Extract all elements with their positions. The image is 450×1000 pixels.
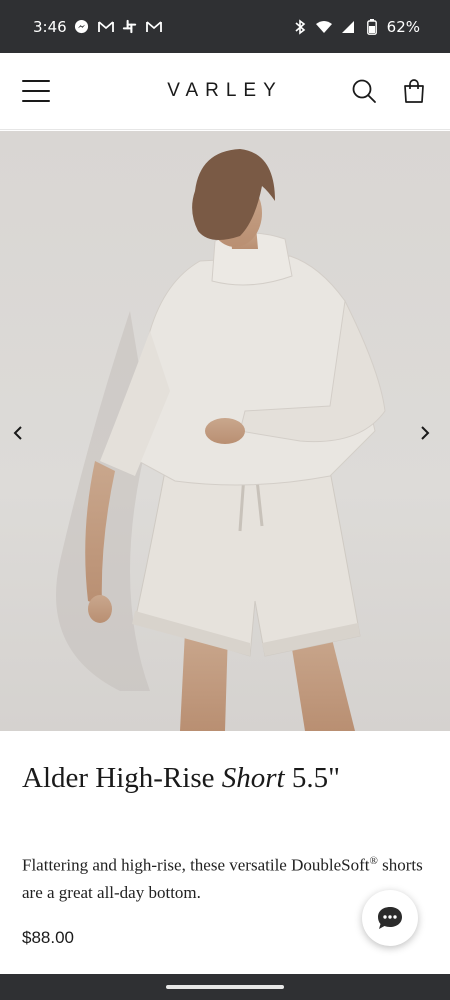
gmail-icon	[97, 18, 115, 36]
search-button[interactable]	[350, 77, 378, 105]
messenger-icon	[73, 18, 91, 36]
chevron-right-icon	[421, 426, 430, 440]
wifi-icon	[315, 18, 333, 36]
shopping-bag-icon	[404, 79, 424, 103]
product-title: Alder High-Rise Short 5.5"	[22, 762, 340, 795]
status-bar: 3:46 62%	[0, 0, 450, 53]
product-title-size: 5.5"	[284, 762, 340, 794]
product-title-italic: Short	[221, 762, 285, 794]
carousel-next-button[interactable]	[413, 419, 437, 447]
registered-mark: ®	[369, 855, 378, 867]
menu-icon-bar	[22, 90, 50, 92]
chat-button[interactable]	[362, 890, 418, 946]
product-price: $88.00	[22, 928, 74, 947]
system-navigation-bar	[0, 974, 450, 1000]
status-right: 62%	[291, 18, 420, 36]
status-left: 3:46	[33, 18, 163, 36]
bluetooth-icon	[291, 18, 309, 36]
header-actions	[350, 77, 428, 105]
search-icon	[352, 79, 376, 103]
slack-icon	[121, 18, 139, 36]
battery-icon	[363, 18, 381, 36]
chevron-left-icon	[13, 426, 22, 440]
carousel-prev-button[interactable]	[6, 419, 30, 447]
menu-icon-bar	[22, 100, 50, 102]
menu-button[interactable]	[22, 80, 50, 102]
battery-percent: 62%	[386, 17, 420, 36]
description-part1: Flattering and high-rise, these versatil…	[22, 855, 370, 875]
site-header: VARLEY	[0, 53, 450, 130]
product-title-main: Alder High-Rise	[22, 762, 222, 794]
cart-button[interactable]	[400, 77, 428, 105]
menu-icon-bar	[22, 80, 50, 82]
status-time: 3:46	[33, 17, 67, 36]
chat-bubble-icon	[378, 907, 402, 929]
home-gesture-handle[interactable]	[166, 985, 284, 989]
signal-icon	[339, 18, 357, 36]
product-image-carousel[interactable]	[0, 131, 450, 731]
product-photo	[56, 149, 386, 731]
gmail-icon	[145, 18, 163, 36]
